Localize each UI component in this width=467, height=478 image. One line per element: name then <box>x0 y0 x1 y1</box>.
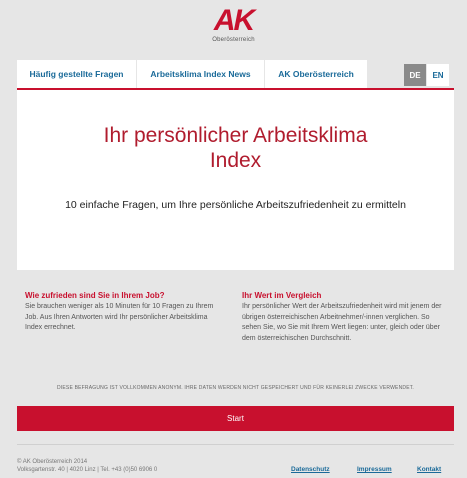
footer-divider <box>17 444 454 445</box>
info-job-satisfaction-heading: Wie zufrieden sind Sie in Ihrem Job? <box>25 291 165 300</box>
hero-panel: Ihr persönlicher Arbeitsklima Index 10 e… <box>17 90 454 270</box>
info-comparison-text: Ihr persönlicher Wert der Arbeitszufried… <box>242 303 442 342</box>
info-comparison: Ihr Wert im Vergleich Ihr persönlicher W… <box>242 291 447 344</box>
start-button[interactable]: Start <box>17 406 454 431</box>
info-job-satisfaction: Wie zufrieden sind Sie in Ihrem Job? Sie… <box>25 291 215 334</box>
page-title-line-1: Ihr persönlicher Arbeitsklima <box>103 124 368 147</box>
page-title: Ihr persönlicher Arbeitsklima Index <box>37 123 434 173</box>
footer-copyright: © AK Oberösterreich 2014 <box>17 459 88 465</box>
page-subtitle: 10 einfache Fragen, um Ihre persönliche … <box>65 199 406 211</box>
footer-link-imprint[interactable]: Impressum <box>357 466 392 473</box>
language-de-button[interactable]: DE <box>404 64 426 86</box>
language-en-button[interactable]: EN <box>427 64 449 86</box>
tab-faq[interactable]: Häufig gestellte Fragen <box>17 60 136 88</box>
footer-info: © AK Oberösterreich 2014 Volksgartenstr.… <box>17 458 157 474</box>
main-navigation: Häufig gestellte Fragen Arbeitsklima Ind… <box>17 60 454 88</box>
logo-mark: AK <box>213 4 255 37</box>
footer-link-privacy[interactable]: Datenschutz <box>291 466 330 473</box>
footer-address: Volksgartenstr. 40 | 4020 Linz | Tel. +4… <box>17 467 158 473</box>
info-comparison-heading: Ihr Wert im Vergleich <box>242 291 322 300</box>
tab-ak-ooe[interactable]: AK Oberösterreich <box>265 60 367 88</box>
info-job-satisfaction-text: Sie brauchen weniger als 10 Minuten für … <box>25 303 214 332</box>
anonymity-notice: DIESE BEFRAGUNG IST VOLLKOMMEN ANONYM. I… <box>56 385 415 391</box>
logo-subtitle: Oberösterreich <box>212 37 255 43</box>
ak-logo[interactable]: AK Oberösterreich <box>212 4 255 44</box>
footer-link-contact[interactable]: Kontakt <box>417 466 441 473</box>
header-logo-area: AK Oberösterreich <box>0 6 467 54</box>
page-title-line-2: Index <box>209 149 262 172</box>
tab-index-news[interactable]: Arbeitsklima Index News <box>137 60 264 88</box>
